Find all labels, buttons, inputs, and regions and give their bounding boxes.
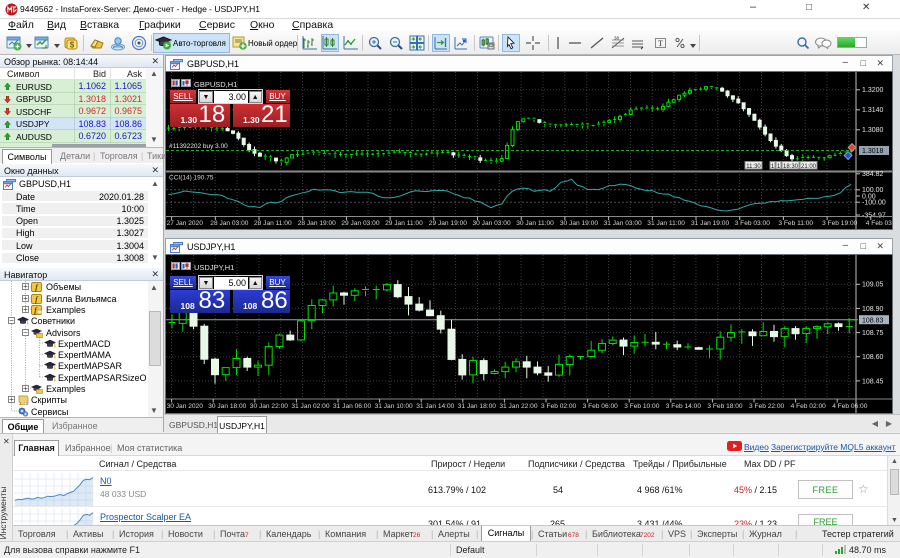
svg-text:3 Feb 02:00: 3 Feb 02:00 (541, 403, 577, 410)
svg-text:4 Feb 06:00: 4 Feb 06:00 (832, 403, 868, 410)
svg-text:108.75: 108.75 (862, 330, 884, 337)
svg-text:30 Jan 18:00: 30 Jan 18:00 (208, 403, 246, 410)
svg-text:30 Jan 2020: 30 Jan 2020 (167, 403, 204, 410)
svg-text:CCI(14) 190.75: CCI(14) 190.75 (169, 175, 214, 182)
svg-text:31 Jan 14:00: 31 Jan 14:00 (416, 403, 454, 410)
svg-text:30 Jan 22:00: 30 Jan 22:00 (250, 403, 288, 410)
svg-text:29 Jan 03:00: 29 Jan 03:00 (341, 220, 379, 227)
svg-text:28 Jan 11:00: 28 Jan 11:00 (254, 220, 292, 227)
svg-text:28 Jan 19:00: 28 Jan 19:00 (298, 220, 336, 227)
svg-text:11:30: 11:30 (746, 164, 761, 170)
svg-text:109.05: 109.05 (862, 282, 884, 289)
svg-text:1.3200: 1.3200 (862, 87, 884, 94)
svg-text:3 Feb 11:00: 3 Feb 11:00 (778, 220, 813, 227)
svg-text:31 Jan 22:00: 31 Jan 22:00 (499, 403, 537, 410)
svg-text:3 Feb 22:00: 3 Feb 22:00 (749, 403, 785, 410)
svg-text:3 Feb 14:00: 3 Feb 14:00 (666, 403, 702, 410)
svg-text:108.90: 108.90 (862, 306, 884, 313)
svg-text:30 Jan 11:00: 30 Jan 11:00 (516, 220, 554, 227)
svg-text:31 Jan 06:00: 31 Jan 06:00 (333, 403, 371, 410)
svg-text:1.3018: 1.3018 (862, 148, 884, 155)
svg-text:#11392202 buy 3.00: #11392202 buy 3.00 (169, 143, 228, 150)
svg-text:31 Jan 19:00: 31 Jan 19:00 (691, 220, 729, 227)
svg-text:108.83: 108.83 (862, 317, 884, 324)
svg-text:31 Jan 18:00: 31 Jan 18:00 (458, 403, 496, 410)
svg-text:3 Feb 10:00: 3 Feb 10:00 (624, 403, 660, 410)
svg-text:31 Jan 02:00: 31 Jan 02:00 (291, 403, 329, 410)
svg-text:30 Jan 19:00: 30 Jan 19:00 (560, 220, 598, 227)
svg-text:108.45: 108.45 (862, 378, 884, 385)
svg-text:-354.97: -354.97 (862, 212, 886, 219)
svg-text:384.82: 384.82 (862, 171, 884, 178)
svg-text:30 Jan 03:00: 30 Jan 03:00 (473, 220, 511, 227)
svg-text:27 Jan 2020: 27 Jan 2020 (167, 220, 204, 227)
svg-text:3 Feb 18:00: 3 Feb 18:00 (707, 403, 743, 410)
svg-text:31 Jan 10:00: 31 Jan 10:00 (375, 403, 413, 410)
svg-text:3 Feb 03:00: 3 Feb 03:00 (735, 220, 771, 227)
svg-text:3 Feb 06:00: 3 Feb 06:00 (583, 403, 619, 410)
svg-text:$: $ (70, 41, 75, 50)
svg-text:38: 38 (614, 36, 620, 41)
svg-text:4 Feb 02:00: 4 Feb 02:00 (791, 403, 827, 410)
svg-text:-100.00: -100.00 (862, 200, 886, 207)
svg-text:21:00: 21:00 (801, 164, 817, 170)
svg-text:4 Feb 03:00: 4 Feb 03:00 (866, 220, 892, 227)
svg-text:31 Jan 11:00: 31 Jan 11:00 (647, 220, 685, 227)
svg-text:1.3080: 1.3080 (862, 127, 884, 134)
svg-text:31 Jan 03:00: 31 Jan 03:00 (604, 220, 642, 227)
svg-text:28 Jan 03:00: 28 Jan 03:00 (210, 220, 248, 227)
svg-text:3 Feb 19:00: 3 Feb 19:00 (822, 220, 858, 227)
svg-text:29 Jan 11:00: 29 Jan 11:00 (385, 220, 423, 227)
svg-text:18:30: 18:30 (783, 164, 799, 170)
svg-text:29 Jan 19:00: 29 Jan 19:00 (429, 220, 467, 227)
svg-text:108.60: 108.60 (862, 354, 884, 361)
svg-text:1.3140: 1.3140 (862, 107, 884, 114)
svg-text:T: T (658, 39, 663, 48)
